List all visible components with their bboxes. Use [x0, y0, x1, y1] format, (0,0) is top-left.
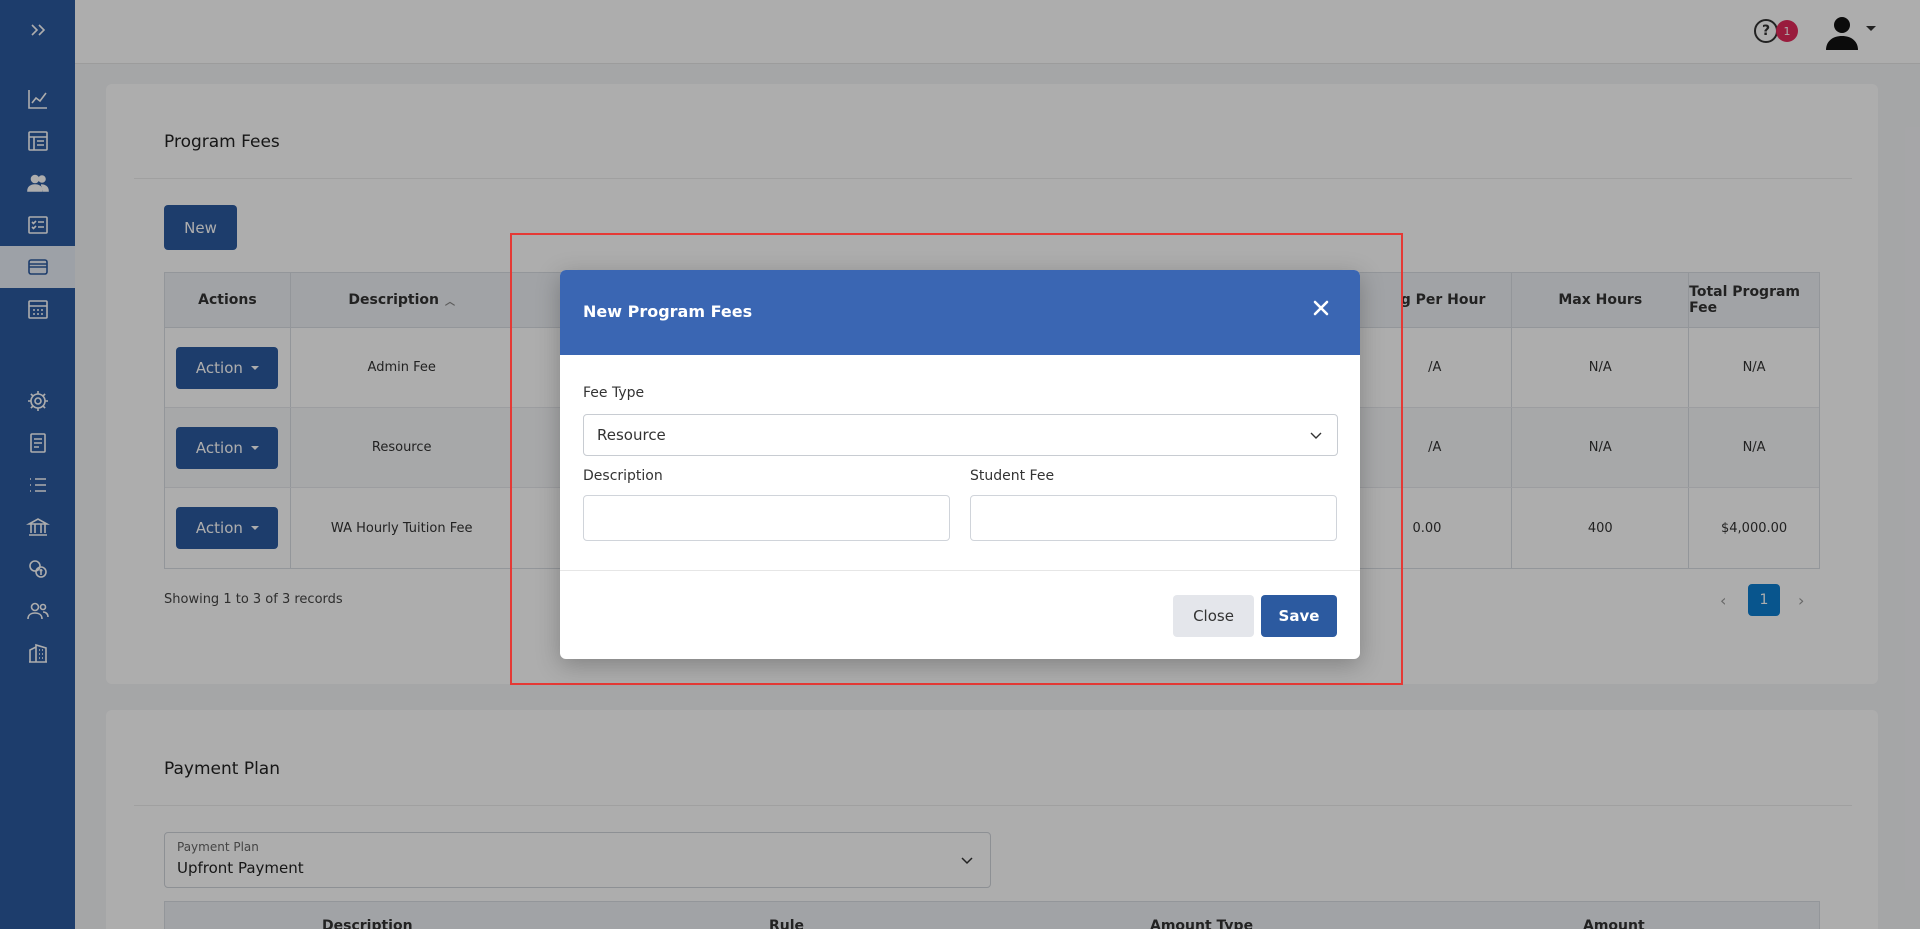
- modal-header: New Program Fees: [560, 270, 1360, 355]
- close-icon[interactable]: [1310, 297, 1332, 319]
- student-fee-label: Student Fee: [970, 468, 1055, 484]
- new-program-fees-modal: New Program Fees Fee Type Resource Descr…: [560, 270, 1360, 659]
- fee-type-select[interactable]: Resource: [583, 414, 1338, 456]
- description-input[interactable]: [583, 495, 950, 541]
- description-label: Description: [583, 468, 663, 484]
- save-button[interactable]: Save: [1261, 595, 1337, 637]
- fee-type-select-value: Resource: [597, 426, 666, 444]
- student-fee-input[interactable]: [970, 495, 1337, 541]
- modal-footer-divider: [560, 570, 1360, 571]
- close-button[interactable]: Close: [1173, 595, 1254, 637]
- fee-type-label: Fee Type: [583, 385, 645, 401]
- modal-title: New Program Fees: [583, 302, 753, 321]
- chevron-down-icon: [1310, 432, 1322, 439]
